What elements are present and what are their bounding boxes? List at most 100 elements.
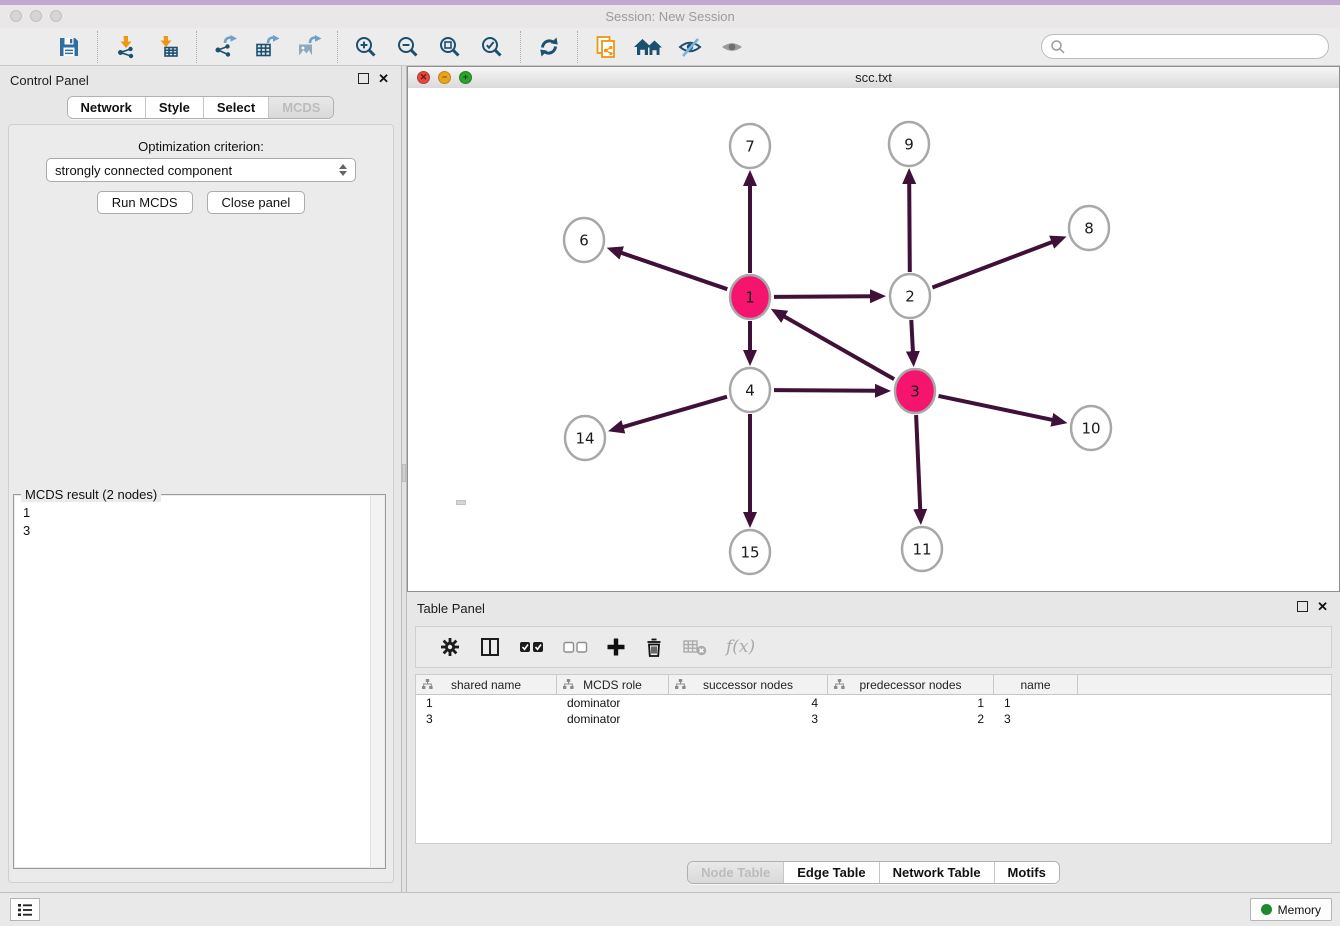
create-column-button[interactable]	[597, 629, 635, 665]
result-scrollbar[interactable]	[370, 496, 384, 867]
table-row[interactable]: 3dominator323	[416, 711, 1331, 727]
zoom-out-button[interactable]	[390, 30, 426, 64]
open-network-file-button[interactable]	[588, 30, 624, 64]
go-home-button[interactable]	[630, 30, 666, 64]
float-panel-icon[interactable]	[358, 73, 369, 84]
graph-node-11[interactable]: 11	[902, 527, 942, 571]
open-session-button[interactable]	[9, 30, 45, 64]
column-header-MCDS-role[interactable]: MCDS role	[557, 675, 669, 694]
graph-edge-2-3[interactable]	[911, 320, 913, 353]
run-mcds-button[interactable]: Run MCDS	[97, 191, 193, 214]
close-table-panel-icon[interactable]: ✕	[1317, 601, 1328, 612]
table-cell: 3	[669, 712, 828, 726]
graph-node-14[interactable]: 14	[565, 416, 605, 460]
column-header-shared-name[interactable]: shared name	[416, 675, 557, 694]
deselect-all-columns-button[interactable]	[554, 629, 597, 665]
graph-node-6[interactable]: 6	[564, 218, 604, 262]
search-input[interactable]	[1066, 38, 1320, 55]
float-table-panel-icon[interactable]	[1297, 601, 1308, 612]
graph-edge-3-10[interactable]	[939, 396, 1054, 420]
graph-edge-1-2[interactable]	[774, 296, 872, 297]
table-header-row: shared nameMCDS role successor nodes prede…	[416, 675, 1331, 695]
apply-function-button[interactable]: f(x)	[717, 629, 764, 665]
table-cell: 1	[994, 696, 1078, 710]
column-header-successor-nodes[interactable]: successor nodes	[669, 675, 828, 694]
tab-node-table[interactable]: Node Table	[688, 862, 783, 883]
graph-edge-4-3[interactable]	[774, 390, 877, 391]
zoom-selected-button[interactable]	[474, 30, 510, 64]
criterion-select[interactable]: strongly connected component	[46, 158, 356, 182]
close-panel-icon[interactable]: ✕	[378, 73, 389, 84]
graph-node-label: 14	[575, 429, 594, 447]
network-canvas[interactable]: 1 2 3 4 6 7 8 9 10 11 14 15	[408, 88, 1339, 591]
task-history-button[interactable]	[10, 898, 40, 921]
control-panel-header: Control Panel ✕	[0, 66, 401, 93]
graph-node-3[interactable]: 3	[895, 369, 935, 413]
control-panel-title: Control Panel	[10, 73, 89, 88]
table-settings-button[interactable]	[430, 629, 470, 665]
export-image-button[interactable]	[291, 30, 327, 64]
column-header-label: predecessor nodes	[859, 678, 961, 692]
tab-mcds[interactable]: MCDS	[268, 97, 333, 118]
network-graph[interactable]: 1 2 3 4 6 7 8 9 10 11 14 15	[408, 88, 1339, 591]
export-network-icon	[212, 35, 238, 59]
graph-node-4[interactable]: 4	[730, 368, 770, 412]
list-icon	[17, 903, 33, 917]
close-panel-button[interactable]: Close panel	[207, 191, 306, 214]
splitter-grip[interactable]	[402, 464, 406, 482]
column-header-predecessor-nodes[interactable]: predecessor nodes	[828, 675, 994, 694]
graph-node-7[interactable]: 7	[730, 124, 770, 168]
export-network-button[interactable]	[207, 30, 243, 64]
status-bar: Memory	[0, 892, 1340, 926]
graph-node-label: 2	[905, 287, 915, 305]
export-table-button[interactable]	[249, 30, 285, 64]
mcds-result-area: 13	[15, 496, 384, 867]
show-graphics-details-button[interactable]	[714, 30, 750, 64]
split-panel-button[interactable]	[470, 629, 510, 665]
column-header-name[interactable]: name	[994, 675, 1078, 694]
table-panel-tabs: Node TableEdge TableNetwork TableMotifs	[687, 861, 1060, 884]
apply-layout-button[interactable]	[531, 30, 567, 64]
graph-node-9[interactable]: 9	[889, 122, 929, 166]
zoom-fit-button[interactable]	[432, 30, 468, 64]
tab-motifs[interactable]: Motifs	[994, 862, 1059, 883]
select-all-columns-button[interactable]	[510, 629, 554, 665]
table-panel-header: Table Panel ✕	[407, 595, 1340, 622]
graph-node-15[interactable]: 15	[730, 530, 770, 574]
zoom-in-button[interactable]	[348, 30, 384, 64]
graph-node-2[interactable]: 2	[890, 274, 930, 318]
tab-edge-table[interactable]: Edge Table	[783, 862, 878, 883]
table-cell: 2	[828, 712, 994, 726]
save-session-button[interactable]	[51, 30, 87, 64]
memory-button[interactable]: Memory	[1250, 898, 1332, 921]
graph-edge-3-11[interactable]	[916, 415, 920, 511]
delete-table-button[interactable]	[673, 629, 717, 665]
tab-select[interactable]: Select	[203, 97, 268, 118]
search-box[interactable]	[1041, 34, 1329, 59]
toolbar-separator	[337, 31, 338, 63]
column-type-icon	[834, 679, 845, 690]
graph-edge-3-1[interactable]	[783, 316, 894, 379]
toolbar-separator	[97, 31, 98, 63]
network-window-resize-grip[interactable]	[456, 500, 466, 505]
mcds-result-list: 13	[15, 500, 370, 867]
tab-network[interactable]: Network	[68, 97, 145, 118]
delete-columns-button[interactable]	[635, 629, 673, 665]
tab-style[interactable]: Style	[145, 97, 203, 118]
import-table-button[interactable]	[150, 30, 186, 64]
graph-edge-2-9[interactable]	[909, 182, 910, 272]
graph-edge-4-14[interactable]	[622, 397, 728, 428]
graph-node-8[interactable]: 8	[1069, 206, 1109, 250]
graph-node-1[interactable]: 1	[730, 275, 770, 319]
graph-edge-2-8[interactable]	[932, 242, 1053, 288]
memory-status-icon	[1261, 904, 1272, 915]
graph-edge-1-6[interactable]	[620, 252, 727, 289]
graph-node-10[interactable]: 10	[1071, 406, 1111, 450]
tab-network-table[interactable]: Network Table	[879, 862, 994, 883]
column-header-label: successor nodes	[703, 678, 793, 692]
hide-graphics-details-button[interactable]	[672, 30, 708, 64]
column-type-icon	[422, 679, 433, 690]
import-network-button[interactable]	[108, 30, 144, 64]
mcds-result-item: 3	[23, 522, 362, 540]
table-row[interactable]: 1dominator411	[416, 695, 1331, 711]
